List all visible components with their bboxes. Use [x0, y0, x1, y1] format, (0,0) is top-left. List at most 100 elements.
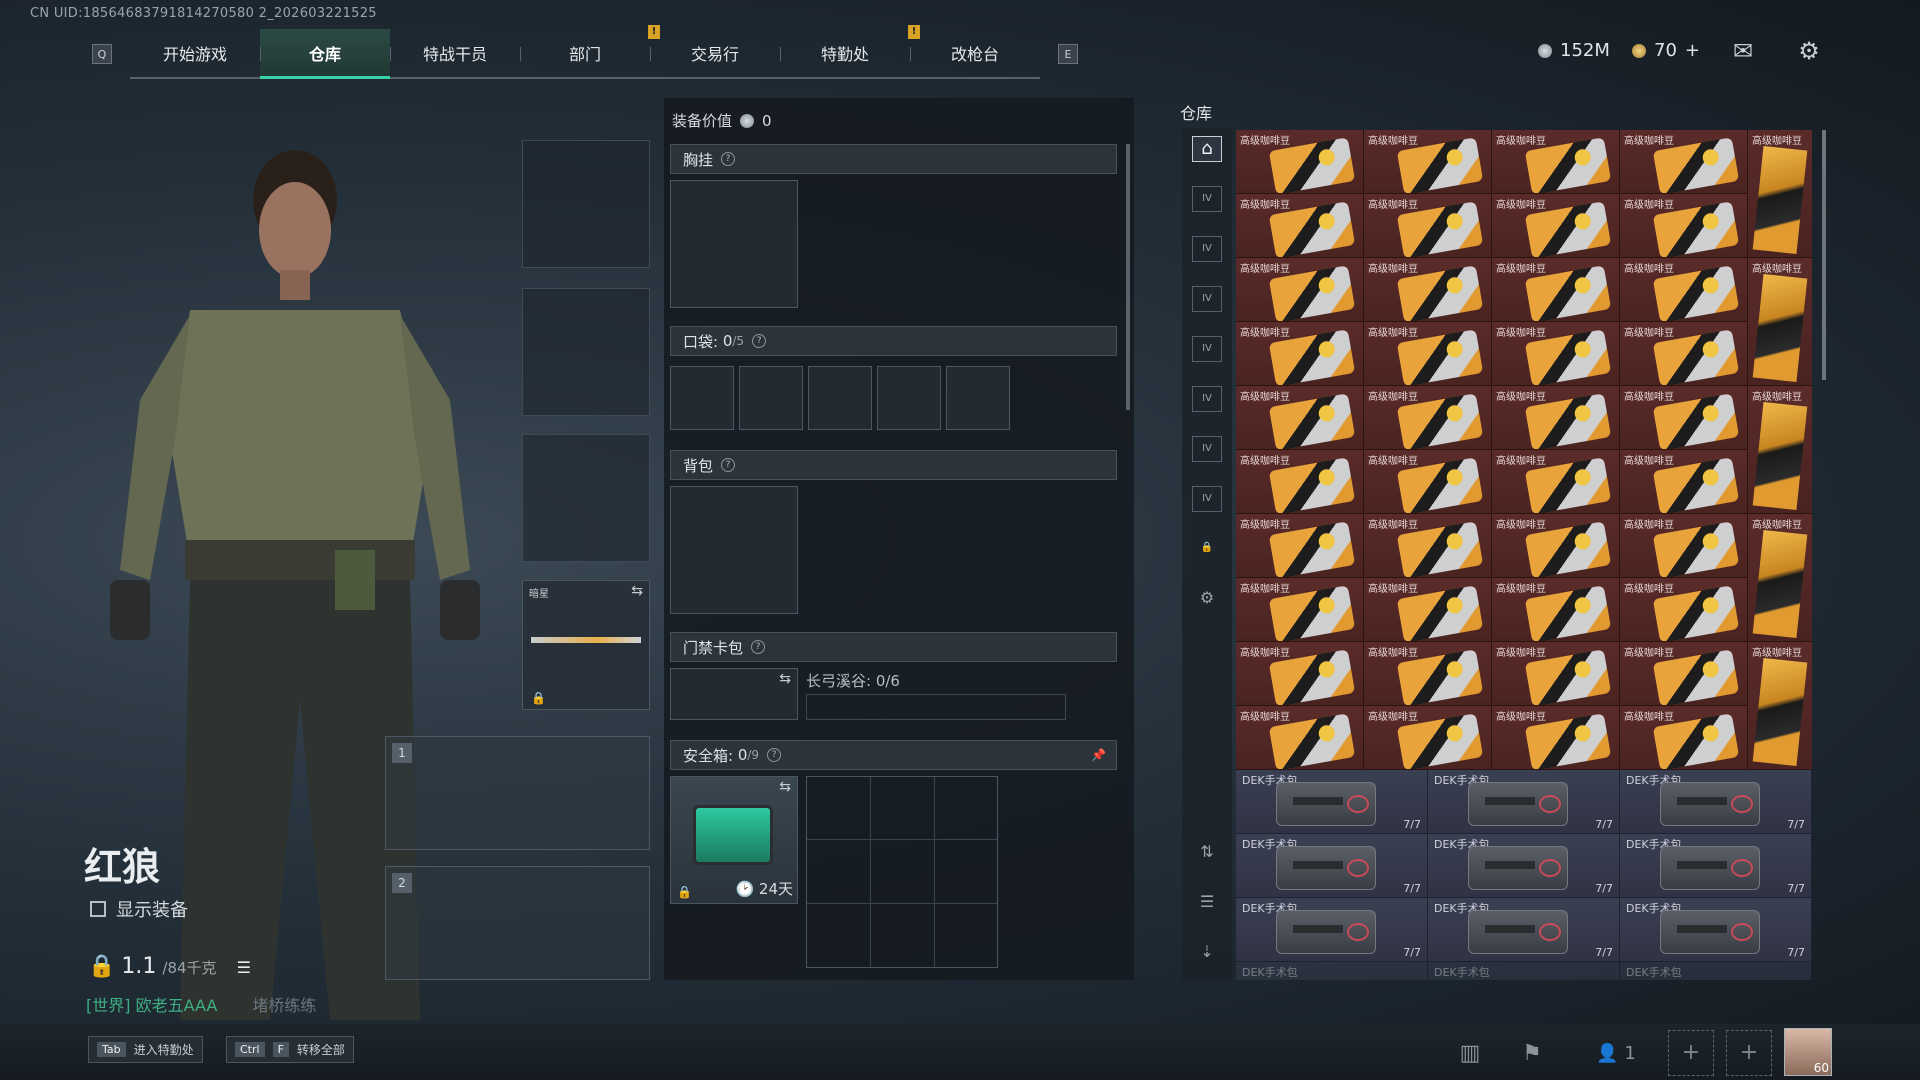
storage-item-coffee[interactable]: 高级咖啡豆	[1492, 642, 1620, 706]
storage-item-medkit[interactable]: DEK手术包 7/7	[1236, 834, 1428, 898]
gear-icon[interactable]: ⚙	[1794, 38, 1824, 64]
storage-item-medkit[interactable]: DEK手术包 7/7	[1428, 898, 1620, 962]
storage-item-coffee[interactable]: 高级咖啡豆	[1236, 194, 1364, 258]
storage-item-coffee[interactable]: 高级咖啡豆	[1236, 514, 1364, 578]
pistol-slot[interactable]	[522, 434, 650, 562]
tab-start-game[interactable]: 开始游戏	[130, 29, 260, 77]
flag-icon[interactable]: ⚑	[1512, 1036, 1552, 1072]
storage-item-coffee[interactable]: 高级咖啡豆	[1620, 322, 1748, 386]
storage-page-icon[interactable]: IV	[1192, 386, 1222, 412]
storage-item-coffee[interactable]: 高级咖啡豆	[1236, 450, 1364, 514]
next-tab-key[interactable]: E	[1058, 44, 1078, 64]
stats-icon[interactable]: ▥	[1450, 1036, 1490, 1072]
pocket-slot[interactable]	[739, 366, 803, 430]
storage-item-coffee[interactable]: 高级咖啡豆	[1364, 514, 1492, 578]
storage-item-coffee[interactable]: 高级咖啡豆	[1620, 578, 1748, 642]
help-icon[interactable]: ?	[767, 748, 782, 762]
tab-gunsmith[interactable]: 改枪台	[910, 29, 1040, 77]
storage-item-coffee[interactable]: 高级咖啡豆	[1364, 322, 1492, 386]
storage-all-icon[interactable]: ⌂	[1192, 136, 1222, 162]
tab-trading[interactable]: 交易行	[650, 29, 780, 77]
storage-item-medkit[interactable]: DEK手术包 7/7	[1236, 770, 1428, 834]
backpack-slot[interactable]	[670, 486, 798, 614]
sort-icon[interactable]: ⇅	[1192, 840, 1222, 866]
mail-icon[interactable]: ✉	[1728, 38, 1758, 64]
helmet-slot[interactable]	[522, 140, 650, 268]
storage-item-coffee[interactable]: 高级咖啡豆	[1236, 578, 1364, 642]
storage-item-coffee[interactable]: 高级咖啡豆	[1620, 706, 1748, 770]
storage-scrollbar[interactable]	[1822, 130, 1826, 380]
storage-item-medkit[interactable]: DEK手术包 7/7	[1620, 898, 1812, 962]
party-slot-add[interactable]: +	[1668, 1030, 1714, 1076]
tab-special-ops[interactable]: 特勤处!	[780, 25, 920, 77]
storage-item-medkit[interactable]: DEK手术包 7/7	[1428, 770, 1620, 834]
storage-item-coffee[interactable]: 高级咖啡豆	[1620, 194, 1748, 258]
storage-item-coffee[interactable]: 高级咖啡豆	[1492, 578, 1620, 642]
storage-item-coffee[interactable]: 高级咖啡豆	[1492, 450, 1620, 514]
storage-item-coffee[interactable]: 高级咖啡豆	[1620, 386, 1748, 450]
swap-icon[interactable]: ⇆	[779, 779, 791, 795]
chest-rig-slot[interactable]	[670, 180, 798, 308]
loadout-scrollbar[interactable]	[1126, 144, 1130, 410]
storage-item-coffee-large[interactable]: 高级咖啡豆	[1748, 642, 1812, 770]
storage-item-coffee[interactable]: 高级咖啡豆	[1364, 578, 1492, 642]
show-gear-toggle[interactable]: 显示装备	[90, 896, 188, 922]
storage-page-icon[interactable]: IV	[1192, 336, 1222, 362]
layers-icon[interactable]: ☰	[1192, 890, 1222, 916]
storage-item-coffee-large[interactable]: 高级咖啡豆	[1748, 258, 1812, 386]
transfer-all-shortcut[interactable]: Ctrl F 转移全部	[226, 1036, 354, 1063]
storage-item-medkit-partial[interactable]: DEK手术包	[1620, 962, 1812, 980]
storage-item-coffee[interactable]: 高级咖啡豆	[1364, 258, 1492, 322]
prev-tab-key[interactable]: Q	[92, 44, 112, 64]
tab-warehouse[interactable]: 仓库	[260, 29, 390, 79]
storage-item-coffee[interactable]: 高级咖啡豆	[1236, 642, 1364, 706]
storage-item-coffee[interactable]: 高级咖啡豆	[1492, 514, 1620, 578]
storage-item-coffee[interactable]: 高级咖啡豆	[1492, 194, 1620, 258]
add-currency-button[interactable]: +	[1685, 40, 1700, 61]
settings-icon[interactable]: ⚙	[1192, 586, 1222, 612]
storage-item-coffee[interactable]: 高级咖啡豆	[1364, 386, 1492, 450]
help-icon[interactable]: ?	[721, 152, 736, 166]
storage-page-icon[interactable]: IV	[1192, 436, 1222, 462]
storage-item-coffee[interactable]: 高级咖啡豆	[1236, 706, 1364, 770]
storage-item-coffee-large[interactable]: 高级咖啡豆	[1748, 514, 1812, 642]
storage-page-icon[interactable]: IV	[1192, 236, 1222, 262]
transfer-icon[interactable]: ⇣	[1192, 940, 1222, 966]
swap-icon[interactable]: ⇆	[779, 671, 791, 687]
storage-item-coffee[interactable]: 高级咖啡豆	[1620, 130, 1748, 194]
storage-page-icon[interactable]: IV	[1192, 486, 1222, 512]
storage-item-coffee[interactable]: 高级咖啡豆	[1492, 322, 1620, 386]
storage-item-coffee[interactable]: 高级咖啡豆	[1364, 706, 1492, 770]
pocket-slot[interactable]	[670, 366, 734, 430]
tab-operators[interactable]: 特战干员	[390, 29, 520, 77]
storage-item-coffee[interactable]: 高级咖啡豆	[1492, 258, 1620, 322]
party-slot-add[interactable]: +	[1726, 1030, 1772, 1076]
storage-item-coffee[interactable]: 高级咖啡豆	[1364, 194, 1492, 258]
show-gear-checkbox[interactable]	[90, 901, 106, 917]
storage-item-coffee[interactable]: 高级咖啡豆	[1364, 130, 1492, 194]
safebox-grid[interactable]	[806, 776, 998, 968]
secondary-weapon-slot[interactable]: 2	[385, 866, 650, 980]
pocket-slot[interactable]	[808, 366, 872, 430]
storage-item-coffee-large[interactable]: 高级咖啡豆	[1748, 130, 1812, 258]
storage-item-coffee[interactable]: 高级咖啡豆	[1364, 450, 1492, 514]
storage-item-coffee[interactable]: 高级咖啡豆	[1620, 450, 1748, 514]
storage-page-icon[interactable]: IV	[1192, 286, 1222, 312]
armor-slot[interactable]	[522, 288, 650, 416]
storage-item-medkit[interactable]: DEK手术包 7/7	[1428, 834, 1620, 898]
storage-item-coffee[interactable]: 高级咖啡豆	[1620, 642, 1748, 706]
list-icon[interactable]: ☰	[237, 958, 251, 977]
help-icon[interactable]: ?	[751, 640, 766, 654]
storage-item-coffee[interactable]: 高级咖啡豆	[1620, 514, 1748, 578]
storage-item-coffee[interactable]: 高级咖啡豆	[1236, 258, 1364, 322]
storage-item-medkit[interactable]: DEK手术包 7/7	[1620, 770, 1812, 834]
storage-item-coffee[interactable]: 高级咖啡豆	[1492, 130, 1620, 194]
help-icon[interactable]: ?	[721, 458, 736, 472]
storage-item-coffee[interactable]: 高级咖啡豆	[1236, 130, 1364, 194]
storage-page-icon[interactable]: IV	[1192, 186, 1222, 212]
lock-icon[interactable]: 🔒	[1192, 536, 1222, 562]
storage-item-coffee[interactable]: 高级咖啡豆	[1236, 386, 1364, 450]
keycard-grid[interactable]	[806, 694, 1066, 720]
storage-item-coffee[interactable]: 高级咖啡豆	[1364, 642, 1492, 706]
storage-item-coffee[interactable]: 高级咖啡豆	[1620, 258, 1748, 322]
